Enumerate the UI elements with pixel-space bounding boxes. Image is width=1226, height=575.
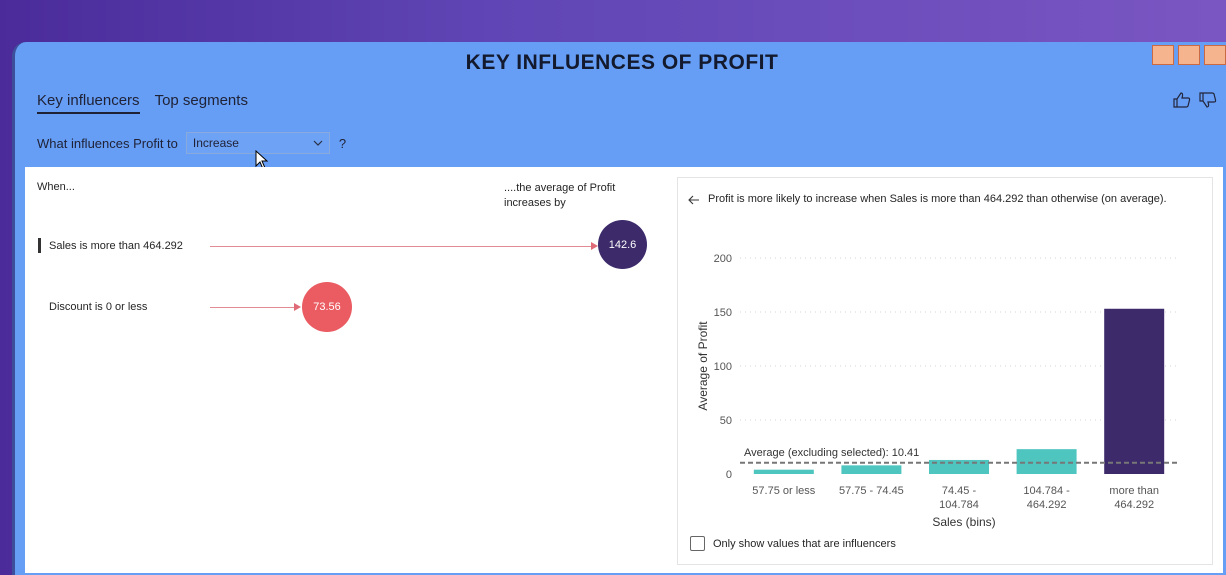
chevron-down-icon — [313, 140, 323, 146]
y-tick-label: 50 — [720, 415, 732, 427]
average-header-line1: ....the average of Profit — [504, 182, 616, 194]
profit-by-sales-chart: 0 50 100 150 200 57.75 or less 57.75 - 74.45 74… — [696, 253, 1178, 529]
feedback-buttons — [1173, 92, 1217, 108]
checkbox-label: Only show values that are influencers — [713, 537, 896, 550]
x-tick-label: more than — [1109, 485, 1159, 497]
influence-bubble-sales[interactable]: 142.6 — [598, 220, 647, 269]
influencers-only-checkbox[interactable]: Only show values that are influencers — [690, 536, 896, 551]
dropdown-value: Increase — [192, 136, 239, 150]
window-top-bar — [0, 0, 1226, 42]
influence-bubble-discount[interactable]: 73.56 — [302, 282, 352, 332]
influencer-connector — [210, 246, 593, 247]
thumbs-down-icon[interactable] — [1199, 92, 1217, 108]
x-tick-label: 464.292 — [1027, 499, 1067, 511]
y-axis-title: Average of Profit — [696, 321, 710, 411]
influencer-connector — [210, 307, 296, 308]
x-axis-title: Sales (bins) — [932, 515, 995, 529]
question-mark: ? — [338, 135, 347, 151]
more-options-icon[interactable] — [1204, 45, 1226, 65]
x-tick-label: 57.75 or less — [752, 485, 815, 497]
question-prefix: What influences Profit to — [37, 135, 178, 151]
filter-icon[interactable] — [1152, 45, 1174, 65]
bar-1 — [753, 469, 814, 474]
x-tick-label: 57.75 - 74.45 — [839, 485, 904, 497]
influencer-item-sales[interactable]: Sales is more than 464.292 — [38, 238, 183, 253]
when-header: When... — [37, 181, 75, 193]
visual-content: When... ....the average of Profit increa… — [25, 167, 1223, 573]
bar-4 — [1016, 449, 1077, 474]
bar-2 — [841, 465, 902, 474]
y-tick-label: 150 — [714, 307, 732, 319]
average-line-label: Average (excluding selected): 10.41 — [744, 447, 919, 459]
thumbs-up-icon[interactable] — [1173, 92, 1191, 108]
x-tick-label: 464.292 — [1114, 499, 1154, 511]
visual-header-buttons — [1152, 45, 1226, 65]
x-tick-label: 104.784 - — [1023, 485, 1070, 497]
bar-5 — [1104, 308, 1165, 474]
average-header: ....the average of Profit increases by — [504, 181, 654, 211]
influence-question: What influences Profit to Increase ? — [37, 132, 346, 154]
x-tick-label: 74.45 - — [942, 485, 977, 497]
tab-top-segments[interactable]: Top segments — [155, 92, 248, 114]
arrowhead-icon — [294, 303, 301, 311]
y-tick-label: 200 — [714, 253, 732, 265]
focus-mode-icon[interactable] — [1178, 45, 1200, 65]
tab-bar: Key influencers Top segments — [37, 92, 248, 114]
average-header-line2: increases by — [504, 197, 566, 209]
influencer-detail-pane: Profit is more likely to increase when S… — [677, 177, 1213, 565]
page-title: KEY INFLUENCES OF PROFIT — [465, 51, 779, 74]
report-panel: KEY INFLUENCES OF PROFIT Key influencers… — [12, 42, 1226, 575]
arrowhead-icon — [591, 242, 598, 250]
tab-key-influencers[interactable]: Key influencers — [37, 92, 140, 114]
y-tick-label: 0 — [726, 469, 732, 481]
arrow-left-icon[interactable] — [688, 195, 700, 205]
x-tick-label: 104.784 — [939, 499, 979, 511]
influencer-item-discount[interactable]: Discount is 0 or less — [49, 301, 147, 313]
detail-header: Profit is more likely to increase when S… — [688, 193, 1167, 205]
y-tick-label: 100 — [714, 361, 732, 373]
detail-description: Profit is more likely to increase when S… — [708, 193, 1167, 205]
checkbox-box[interactable] — [690, 536, 705, 551]
